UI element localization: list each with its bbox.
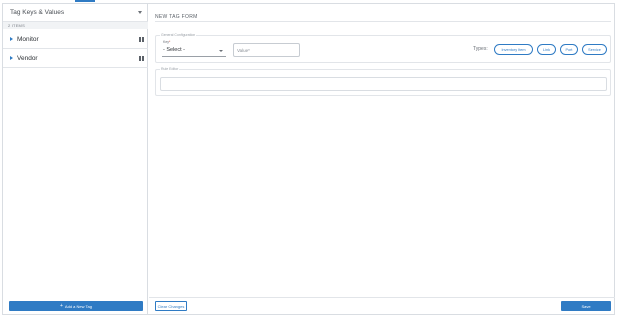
drag-handle-icon[interactable] — [139, 37, 144, 42]
type-port-button[interactable]: Port — [560, 44, 578, 55]
main-panel: NEW TAG FORM General Configuration Key* … — [149, 4, 615, 314]
sidebar-header[interactable]: Tag Keys & Values — [3, 4, 148, 22]
add-tag-button-label: Add a New Tag — [64, 303, 92, 309]
rule-editor-legend: Rule Editor — [160, 67, 180, 71]
type-link-button[interactable]: Link — [537, 44, 556, 55]
sidebar-item-label: Vendor — [17, 54, 38, 62]
key-select-value: - Select - — [163, 47, 186, 53]
types-label: Types: — [473, 46, 488, 52]
type-inventory-item-button[interactable]: Inventory Item — [494, 44, 533, 55]
footer-divider — [149, 297, 615, 298]
key-select[interactable]: - Select - — [162, 44, 226, 57]
divider — [155, 21, 611, 22]
sidebar-title: Tag Keys & Values — [10, 9, 65, 16]
clear-changes-button[interactable]: Clear Changes — [155, 301, 187, 311]
expand-arrow-icon[interactable] — [10, 37, 13, 41]
general-configuration-group: General Configuration Key* - Select - Va… — [155, 33, 611, 63]
sidebar-item-monitor[interactable]: Monitor — [3, 30, 148, 49]
general-configuration-legend: General Configuration — [160, 33, 197, 37]
type-service-button[interactable]: Service — [582, 44, 607, 55]
add-tag-button[interactable]: + Add a New Tag — [9, 301, 143, 311]
active-tab-indicator — [75, 0, 95, 2]
save-button[interactable]: Save — [561, 301, 611, 311]
value-placeholder: Value* — [237, 47, 250, 53]
item-count: 2 ITEMS — [3, 22, 148, 29]
chevron-down-icon[interactable] — [138, 11, 142, 14]
drag-handle-icon[interactable] — [139, 56, 144, 61]
sidebar-item-vendor[interactable]: Vendor — [3, 49, 148, 68]
expand-arrow-icon[interactable] — [10, 56, 13, 60]
value-input[interactable]: Value* — [233, 43, 300, 57]
sidebar: Tag Keys & Values 2 ITEMS Monitor Vendor… — [3, 4, 148, 314]
top-strip — [0, 0, 618, 2]
page-title: NEW TAG FORM — [155, 14, 198, 20]
chevron-down-icon — [219, 50, 223, 52]
app-window: Tag Keys & Values 2 ITEMS Monitor Vendor… — [2, 3, 615, 315]
plus-icon: + — [60, 302, 63, 309]
sidebar-item-label: Monitor — [17, 35, 39, 43]
rule-editor-group: Rule Editor — [155, 67, 611, 96]
rule-editor-field[interactable] — [160, 77, 607, 91]
